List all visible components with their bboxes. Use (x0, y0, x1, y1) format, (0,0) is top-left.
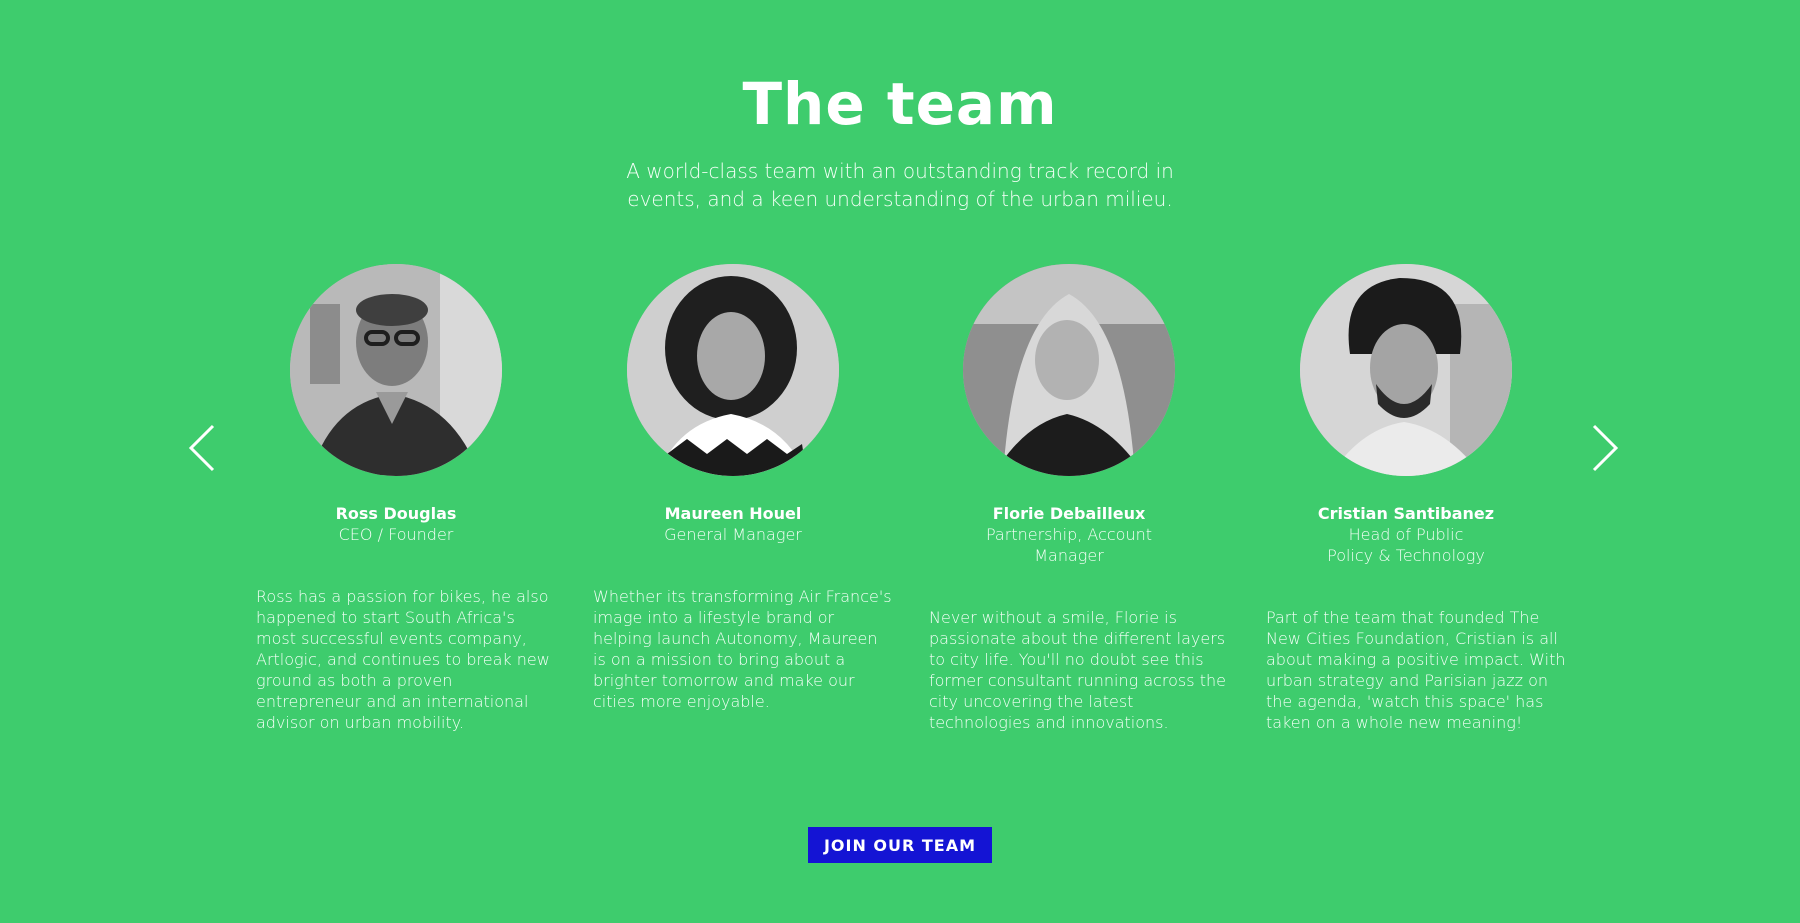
team-member-card: Ross Douglas CEO / Founder Ross has a pa… (256, 264, 556, 732)
team-member-card: Maureen Houel General Manager Whether it… (593, 264, 893, 711)
carousel-prev-button[interactable] (183, 420, 223, 476)
team-member-card: Florie Debailleux Partnership, Account M… (929, 264, 1229, 732)
chevron-left-icon (188, 424, 215, 472)
avatar (963, 264, 1175, 476)
member-bio: Whether its transforming Air France's im… (593, 587, 892, 711)
chevron-right-icon (1592, 424, 1619, 472)
member-role: General Manager (664, 525, 802, 544)
member-name: Ross Douglas (335, 504, 457, 523)
member-name: Florie Debailleux (992, 504, 1146, 523)
avatar (290, 264, 502, 476)
avatar (1300, 264, 1512, 476)
member-bio: Never without a smile, Florie is passion… (929, 608, 1226, 732)
member-name: Maureen Houel (664, 504, 802, 523)
section-subtitle: A world-class team with an outstanding t… (626, 159, 1174, 211)
carousel-next-button[interactable] (1584, 420, 1624, 476)
member-bio: Ross has a passion for bikes, he also ha… (256, 587, 550, 732)
member-name: Cristian Santibanez (1317, 504, 1495, 523)
section-title: The team (742, 70, 1058, 138)
join-our-team-button[interactable]: JOIN OUR TEAM (808, 827, 992, 863)
member-role: Head of Public Policy & Technology (1327, 525, 1485, 565)
member-role: CEO / Founder (338, 525, 454, 544)
member-role: Partnership, Account Manager (986, 525, 1152, 565)
avatar (627, 264, 839, 476)
member-bio: Part of the team that founded The New Ci… (1266, 608, 1566, 732)
team-member-card: Cristian Santibanez Head of Public Polic… (1266, 264, 1566, 732)
